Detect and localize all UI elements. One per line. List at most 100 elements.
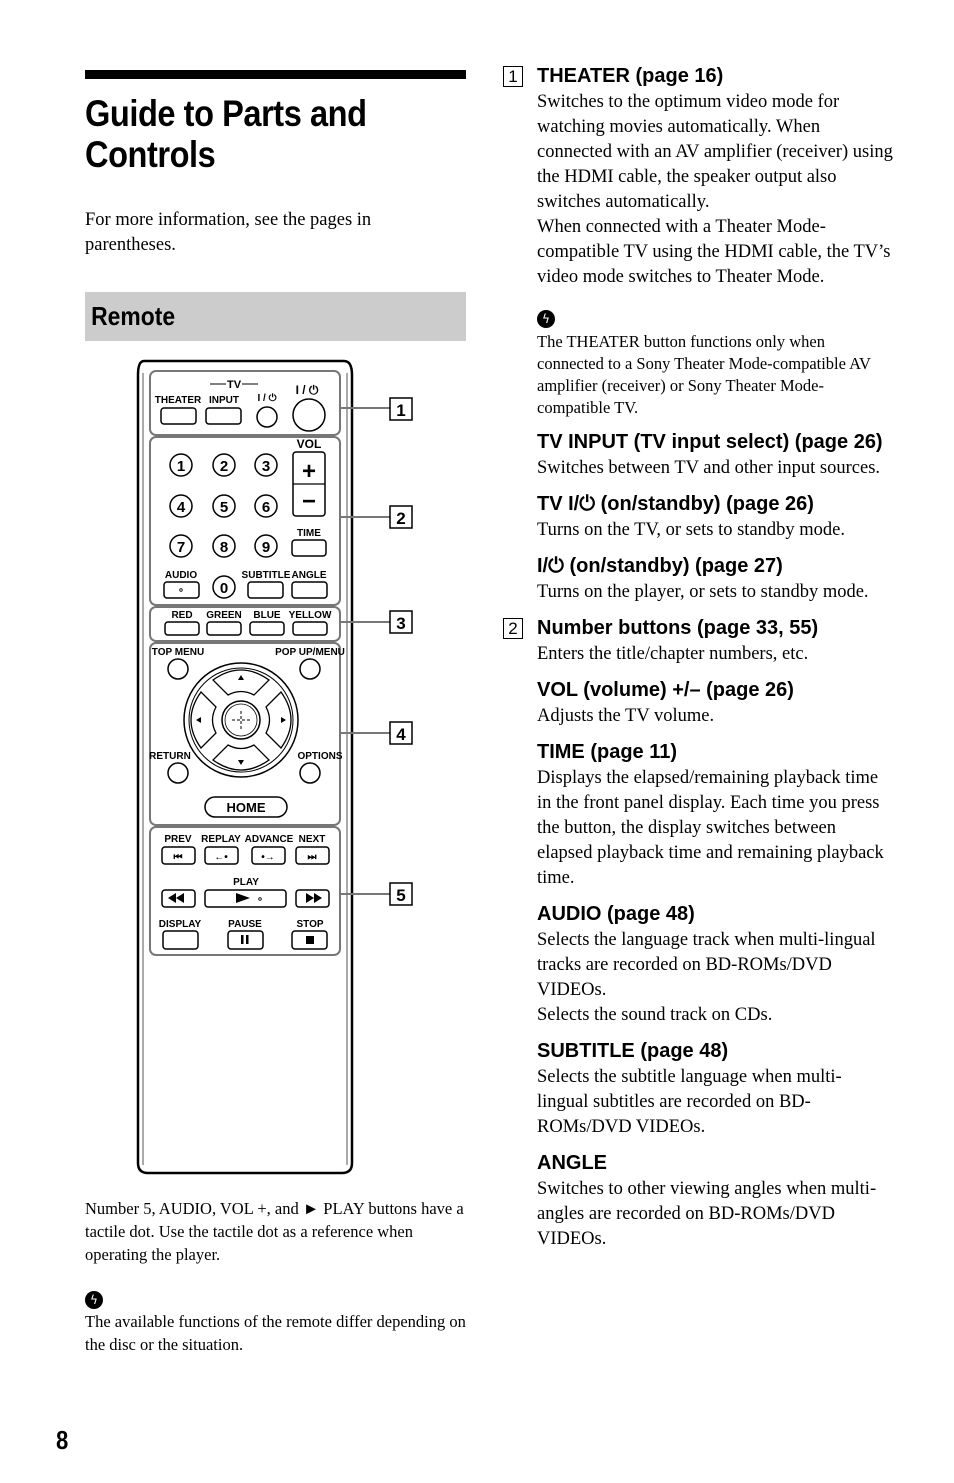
display-label: DISPLAY	[159, 919, 202, 930]
number-label: 7	[177, 539, 185, 556]
vol-label: VOL	[297, 437, 322, 451]
entry-text: Selects the sound track on CDs.	[537, 1005, 773, 1025]
green-button	[206, 621, 242, 636]
page-number: 8	[56, 1425, 69, 1455]
callout-badge: 2	[503, 618, 523, 639]
theater-button	[160, 407, 197, 425]
hint-icon: ϟ	[85, 1291, 103, 1309]
entry-title: TV I/⏻ (on/standby) (page 26)	[537, 493, 814, 515]
advance-icon: •→	[261, 852, 275, 863]
entry-time: TIME (page 11) Displays the elapsed/rema…	[503, 738, 893, 891]
number-label: 0	[220, 580, 228, 597]
stop-label: STOP	[296, 919, 323, 930]
intro-text: For more information, see the pages in p…	[85, 210, 372, 255]
theater-tip: ϟ The THEATER button functions only when…	[503, 310, 893, 419]
callout-badge: 1	[503, 66, 523, 87]
entry-title: Number buttons (page 33, 55)	[537, 617, 819, 639]
angle-button	[291, 581, 328, 599]
remote-diagram: TV THEATER INPUT I / ⏻ I / ⏻ 1 2 3 4 5 6…	[130, 355, 430, 1185]
number-label: 6	[262, 499, 270, 516]
entry-number-buttons: 2 Number buttons (page 33, 55) Enters th…	[503, 614, 893, 667]
entry-text: When connected with a Theater Mode-compa…	[537, 217, 891, 287]
blue-button	[249, 621, 285, 636]
subtitle-label: SUBTITLE	[242, 570, 291, 581]
return-label: RETURN	[149, 751, 191, 762]
tip-text: The THEATER button functions only when c…	[537, 332, 871, 417]
green-label: GREEN	[206, 610, 242, 621]
tip-text: The available functions of the remote di…	[85, 1312, 466, 1354]
entry-text: Selects the subtitle language when multi…	[537, 1067, 842, 1137]
home-label: HOME	[227, 800, 266, 815]
yellow-label: YELLOW	[289, 610, 332, 621]
power-label: I / ⏻	[296, 383, 319, 397]
entry-subtitle: SUBTITLE (page 48) Selects the subtitle …	[503, 1037, 893, 1140]
next-icon: ⏭	[308, 852, 317, 863]
tv-input-button	[205, 407, 242, 425]
right-column: 1 THEATER (page 16) Switches to the opti…	[503, 62, 893, 1252]
prev-icon: ⏮	[174, 852, 183, 863]
entry-power: I/⏻ (on/standby) (page 27) Turns on the …	[503, 552, 893, 605]
tip-block: ϟ The available functions of the remote …	[85, 1287, 470, 1356]
entry-title: VOL (volume) +/– (page 26)	[537, 679, 794, 701]
audio-button	[163, 581, 200, 599]
play-label: PLAY	[233, 877, 259, 888]
title-rule	[85, 70, 466, 79]
entry-title: SUBTITLE (page 48)	[537, 1040, 729, 1062]
left-column: Guide to Parts and Controls For more inf…	[85, 70, 466, 341]
replay-label: REPLAY	[201, 834, 241, 845]
yellow-button	[292, 621, 328, 636]
callout-label: 2	[396, 509, 405, 528]
red-label: RED	[171, 610, 192, 621]
number-label: 5	[220, 499, 228, 516]
section-title: Remote	[91, 301, 176, 331]
red-button	[164, 621, 200, 636]
blue-label: BLUE	[253, 610, 281, 621]
time-button	[291, 539, 327, 557]
entry-title: I/⏻ (on/standby) (page 27)	[537, 555, 783, 577]
entry-text: Switches to other viewing angles when mu…	[537, 1179, 877, 1249]
angle-label: ANGLE	[292, 570, 327, 581]
tv-power-label: I / ⏻	[257, 392, 276, 404]
number-label: 1	[177, 458, 185, 475]
entry-tv-input: TV INPUT (TV input select) (page 26) Swi…	[503, 428, 893, 481]
entry-text: Selects the language track when multi-li…	[537, 930, 876, 1000]
entry-title: ANGLE	[537, 1152, 607, 1174]
entry-tv-power: TV I/⏻ (on/standby) (page 26) Turns on t…	[503, 490, 893, 543]
entry-theater: 1 THEATER (page 16) Switches to the opti…	[503, 62, 893, 290]
entry-text: Switches between TV and other input sour…	[537, 458, 881, 478]
pause-icon	[241, 935, 244, 944]
entry-text: Turns on the TV, or sets to standby mode…	[537, 520, 846, 540]
next-label: NEXT	[299, 834, 326, 845]
entry-text: Switches to the optimum video mode for w…	[537, 92, 893, 212]
vol-minus-label: −	[302, 488, 316, 515]
entry-text: Enters the title/chapter numbers, etc.	[537, 644, 809, 664]
top-menu-label: TOP MENU	[152, 647, 204, 658]
entry-angle: ANGLE Switches to other viewing angles w…	[503, 1149, 893, 1252]
advance-label: ADVANCE	[245, 834, 294, 845]
number-label: 9	[262, 539, 270, 556]
popup-menu-label: POP UP/MENU	[275, 647, 345, 658]
number-label: 2	[220, 458, 228, 475]
replay-icon: ←•	[214, 852, 228, 863]
time-label: TIME	[297, 528, 321, 539]
prev-label: PREV	[164, 834, 192, 845]
entry-text: Displays the elapsed/remaining playback …	[537, 768, 884, 888]
power-button	[292, 398, 326, 432]
tv-power-button	[256, 406, 278, 428]
callout-label: 4	[396, 725, 406, 744]
subtitle-button	[247, 581, 284, 599]
entry-text: Turns on the player, or sets to standby …	[537, 582, 869, 602]
entry-title: THEATER (page 16)	[537, 65, 724, 87]
entry-title: TV INPUT (TV input select) (page 26)	[537, 431, 883, 453]
theater-label: THEATER	[155, 395, 202, 406]
number-label: 4	[177, 499, 186, 516]
options-label: OPTIONS	[297, 751, 342, 762]
hint-icon: ϟ	[537, 310, 555, 328]
return-button	[167, 762, 189, 784]
audio-label: AUDIO	[165, 570, 197, 581]
options-button	[299, 762, 321, 784]
number-label: 3	[262, 458, 270, 475]
callout-label: 3	[396, 614, 405, 633]
callout-label: 1	[396, 401, 405, 420]
page-title: Guide to Parts and Controls	[85, 93, 367, 175]
